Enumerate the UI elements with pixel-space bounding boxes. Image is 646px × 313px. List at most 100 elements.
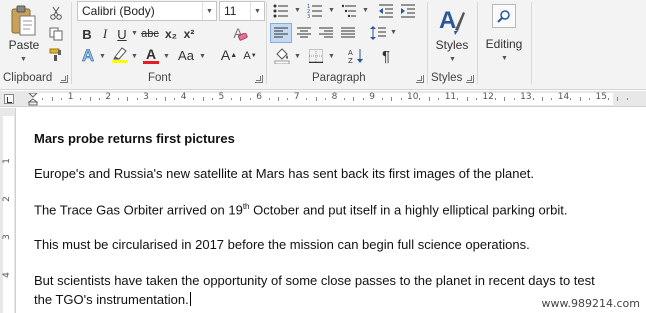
shading-button[interactable] xyxy=(272,46,292,66)
ruler-tick xyxy=(306,98,308,100)
line-spacing-button[interactable] xyxy=(368,23,388,43)
ruler-tick xyxy=(193,98,195,100)
subscript-button[interactable]: x₂ xyxy=(162,25,180,43)
bold-label: B xyxy=(82,26,92,42)
ruler-tick xyxy=(42,98,44,100)
ruler-tick xyxy=(475,98,477,100)
styles-launcher-icon[interactable] xyxy=(466,75,474,83)
cut-button[interactable] xyxy=(46,4,66,22)
text-effects-button[interactable]: A xyxy=(78,46,98,66)
chevron-down-icon[interactable]: ▼ xyxy=(199,53,206,60)
font-name-combo[interactable]: Calibri (Body) ▼ xyxy=(77,1,217,21)
paste-icon xyxy=(11,5,36,36)
ruler-number: 11 xyxy=(444,92,457,102)
align-center-button[interactable] xyxy=(294,23,314,43)
vertical-ruler[interactable]: 1 2 3 4 xyxy=(0,108,16,313)
paragraph-2[interactable]: The Trace Gas Orbiter arrived on 19th Oc… xyxy=(34,202,567,217)
underline-label: U xyxy=(117,26,127,42)
ruler-tick xyxy=(504,97,506,101)
ruler-tick xyxy=(466,97,468,101)
font-launcher-icon[interactable] xyxy=(255,75,263,83)
increase-indent-button[interactable] xyxy=(398,2,418,20)
chevron-down-icon[interactable]: ▼ xyxy=(294,53,301,60)
bold-button[interactable]: B xyxy=(78,25,96,43)
chevron-down-icon[interactable]: ▼ xyxy=(131,53,138,60)
increase-indent-icon xyxy=(401,4,415,18)
strikethrough-button[interactable]: abc xyxy=(139,25,161,43)
ruler-tick xyxy=(155,98,157,100)
highlight-button[interactable] xyxy=(110,45,130,65)
borders-button[interactable] xyxy=(306,46,326,66)
chevron-down-icon[interactable]: ▼ xyxy=(362,7,369,14)
group-separator xyxy=(531,2,532,84)
group-separator xyxy=(477,2,478,84)
italic-button[interactable]: I xyxy=(96,25,114,43)
paragraph-launcher-icon[interactable] xyxy=(416,75,424,83)
align-left-button[interactable] xyxy=(270,23,292,43)
decrease-indent-button[interactable] xyxy=(376,2,396,20)
grow-font-button[interactable]: A ▲ xyxy=(220,46,238,64)
ruler-tick xyxy=(278,97,280,101)
numbering-button[interactable]: 1 2 3 xyxy=(304,2,326,20)
ruler-number: 4 xyxy=(180,92,187,102)
group-separator xyxy=(266,2,267,84)
paragraph-3[interactable]: This must be circularised in 2017 before… xyxy=(34,237,530,252)
sort-button[interactable]: A Z xyxy=(346,46,366,66)
ruler-tick xyxy=(438,98,440,100)
ruler-tick xyxy=(617,97,619,101)
vertical-ruler-number: 3 xyxy=(1,234,12,240)
paragraph-4-line-2[interactable]: the TGO's instrumentation. xyxy=(34,292,191,307)
chevron-down-icon[interactable]: ▼ xyxy=(328,53,335,60)
document-page[interactable]: Mars probe returns first pictures Europe… xyxy=(17,108,646,313)
superscript-button[interactable]: x² xyxy=(180,25,198,43)
editing-button[interactable]: Editing ▼ xyxy=(481,2,527,68)
justify-button[interactable] xyxy=(338,23,358,43)
clipboard-launcher-icon[interactable] xyxy=(60,75,68,83)
ruler-number: 9 xyxy=(369,92,376,102)
chevron-down-icon[interactable]: ▼ xyxy=(202,2,216,20)
align-right-icon xyxy=(319,27,333,38)
chevron-down-icon: ▼ xyxy=(20,56,27,63)
paragraph-4-line-1[interactable]: But scientists have taken the opportunit… xyxy=(34,273,595,288)
font-color-button[interactable]: A xyxy=(141,45,161,65)
indent-marker-icon[interactable] xyxy=(28,93,38,106)
bullets-button[interactable] xyxy=(270,2,292,20)
format-painter-button[interactable] xyxy=(46,46,66,64)
underline-button[interactable]: U xyxy=(113,25,131,43)
chevron-down-icon[interactable]: ▼ xyxy=(390,29,397,36)
vertical-ruler-number: 1 xyxy=(1,158,12,164)
chevron-down-icon[interactable]: ▼ xyxy=(294,7,301,14)
styles-button[interactable]: A Styles ▼ xyxy=(431,2,473,68)
ruler-tick xyxy=(626,98,628,100)
ruler-number: 5 xyxy=(218,92,225,102)
paragraph-1[interactable]: Europe's and Russia's new satellite at M… xyxy=(34,166,534,181)
ruler-tick xyxy=(325,98,327,100)
ruler-tick xyxy=(532,98,534,100)
document-title[interactable]: Mars probe returns first pictures xyxy=(34,131,235,146)
sort-icon: A Z xyxy=(348,49,363,64)
ruler-number: 12 xyxy=(482,92,494,102)
shrink-font-button[interactable]: A ▼ xyxy=(241,48,259,64)
tab-selector-icon[interactable] xyxy=(4,94,14,104)
clipboard-group-label: Clipboard xyxy=(3,72,53,84)
clear-formatting-button[interactable]: A xyxy=(228,23,248,43)
ruler-tick xyxy=(607,98,609,100)
change-case-button[interactable]: Aa xyxy=(174,46,198,64)
chevron-down-icon[interactable]: ▼ xyxy=(250,2,264,20)
ribbon: Paste ▼ Clipboard Calibri (Body) ▼ 11 ▼ xyxy=(0,0,646,90)
chevron-down-icon[interactable]: ▼ xyxy=(99,53,106,60)
font-size-combo[interactable]: 11 ▼ xyxy=(219,1,265,21)
copy-button[interactable] xyxy=(46,25,66,43)
chevron-down-icon[interactable]: ▼ xyxy=(328,7,335,14)
chevron-down-icon[interactable]: ▼ xyxy=(163,53,170,60)
paste-button[interactable]: Paste ▼ xyxy=(4,2,44,66)
chevron-down-icon: ▼ xyxy=(501,55,508,62)
horizontal-ruler[interactable]: 1 2 3 4 5 6 7 8 9 10 11 12 13 14 15 xyxy=(0,91,646,107)
align-right-button[interactable] xyxy=(316,23,336,43)
strikethrough-label: abc xyxy=(141,28,159,40)
show-formatting-button[interactable]: ¶ xyxy=(376,46,396,66)
ruler-tick xyxy=(541,97,543,101)
chevron-down-icon[interactable]: ▼ xyxy=(131,30,138,37)
ruler-tick xyxy=(240,97,242,101)
multilevel-list-button[interactable] xyxy=(338,2,360,20)
